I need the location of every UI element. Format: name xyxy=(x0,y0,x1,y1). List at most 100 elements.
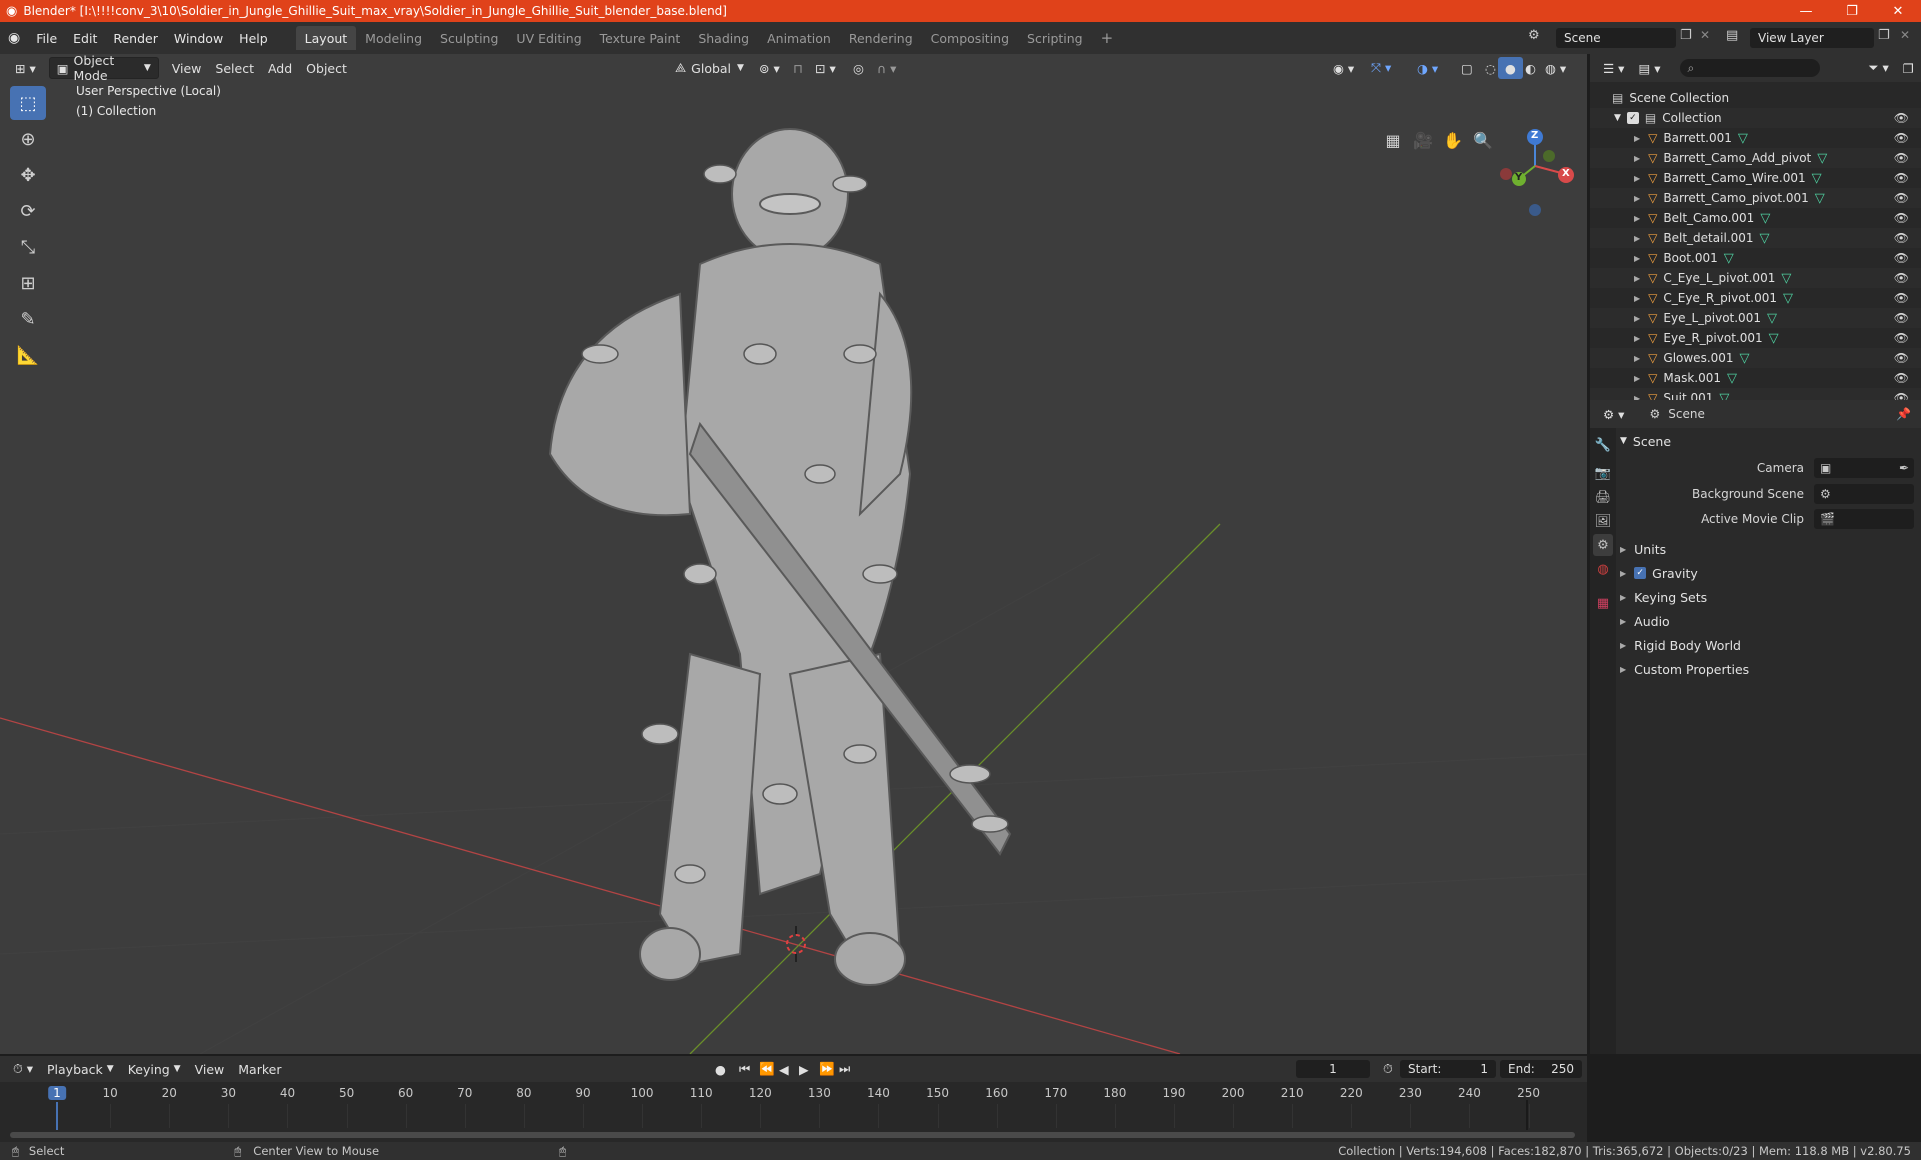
mesh-data-icon[interactable]: ▽ xyxy=(1767,311,1777,326)
select-box-icon[interactable]: ⬚ xyxy=(10,86,46,120)
cursor-icon[interactable]: ⊕ xyxy=(10,122,46,156)
eye-icon[interactable]: 👁 xyxy=(1894,131,1909,145)
start-frame-field[interactable]: Start: 1 xyxy=(1400,1060,1496,1078)
eye-icon[interactable]: 👁 xyxy=(1894,311,1909,325)
viewport-menu-select[interactable]: Select xyxy=(208,57,261,79)
expand-arrow-icon[interactable]: ▶ xyxy=(1634,314,1640,323)
expand-arrow-icon[interactable]: ▶ xyxy=(1634,354,1640,363)
outliner-item[interactable]: ▶ ▽ Belt_detail.001 ▽ 👁 xyxy=(1590,228,1921,248)
camera-field[interactable]: ▣ ✒ xyxy=(1814,458,1914,478)
jump-end-icon[interactable]: ⏭ xyxy=(832,1058,857,1080)
eye-icon[interactable]: 👁 xyxy=(1894,371,1909,385)
expand-arrow-icon[interactable]: ▶ xyxy=(1634,274,1640,283)
tab-sculpting[interactable]: Sculpting xyxy=(431,26,507,50)
menu-file[interactable]: File xyxy=(28,26,65,50)
tab-uv-editing[interactable]: UV Editing xyxy=(507,26,590,50)
subpanel-gravity[interactable]: ▶ ✓ Gravity xyxy=(1620,562,1918,584)
mesh-data-icon[interactable]: ▽ xyxy=(1817,151,1827,166)
subpanel-custom-properties[interactable]: ▶ Custom Properties xyxy=(1620,658,1918,680)
expand-arrow-icon[interactable]: ▶ xyxy=(1634,194,1640,203)
outliner-item[interactable]: ▶ ▽ Eye_L_pivot.001 ▽ 👁 xyxy=(1590,308,1921,328)
view-layer-tab-icon[interactable]: 🖼 xyxy=(1593,510,1613,532)
timeline-menu-playback[interactable]: Playback ▼ xyxy=(40,1058,121,1080)
subpanel-keying-sets[interactable]: ▶ Keying Sets xyxy=(1620,586,1918,608)
texture-tab-icon[interactable]: ▦ xyxy=(1593,592,1613,614)
scene-collection-row[interactable]: ▤ Scene Collection xyxy=(1590,88,1921,108)
scene-panel-header[interactable]: ▼ Scene xyxy=(1620,430,1918,452)
stopwatch-icon[interactable]: ⏱ xyxy=(1376,1058,1400,1080)
overlay-toggle-icon[interactable]: ◑ ▾ xyxy=(1410,57,1445,79)
menu-window[interactable]: Window xyxy=(166,26,231,50)
viewport-menu-view[interactable]: View xyxy=(165,57,209,79)
collection-row[interactable]: ▼ ✓ ▤ Collection 👁 xyxy=(1590,108,1921,128)
outliner-item[interactable]: ▶ ▽ Mask.001 ▽ 👁 xyxy=(1590,368,1921,388)
3d-viewport[interactable]: Z X Y ⊞ ▾ ▣ Object Mode ▼ View Select Ad… xyxy=(0,54,1587,1054)
rendered-shading-icon[interactable]: ◍ ▾ xyxy=(1538,57,1573,79)
pin-icon[interactable]: 📌 xyxy=(1896,407,1911,421)
expand-arrow-icon[interactable]: ▶ xyxy=(1634,134,1640,143)
new-view-layer-icon[interactable]: ❐ xyxy=(1878,28,1890,43)
eyedropper-icon[interactable]: ✒ xyxy=(1899,461,1909,475)
active-movie-clip-field[interactable]: 🎬 xyxy=(1814,509,1914,529)
falloff-icon[interactable]: ∩ ▾ xyxy=(870,57,903,79)
timeline-menu-keying[interactable]: Keying ▼ xyxy=(121,1058,188,1080)
add-workspace-icon[interactable]: + xyxy=(1092,26,1123,50)
render-tab-icon[interactable]: 📷 xyxy=(1593,462,1613,484)
view-layer-icon[interactable]: ▤ xyxy=(1726,28,1738,43)
eye-icon[interactable]: 👁 xyxy=(1894,231,1909,245)
close-button[interactable]: ✕ xyxy=(1875,0,1921,22)
expand-arrow-icon[interactable]: ▶ xyxy=(1634,174,1640,183)
eye-icon[interactable]: 👁 xyxy=(1894,151,1909,165)
end-frame-field[interactable]: End: 250 xyxy=(1500,1060,1582,1078)
gizmo-z-label[interactable]: Z xyxy=(1531,130,1538,141)
timeline-scrollbar[interactable] xyxy=(10,1132,1575,1138)
new-scene-icon[interactable]: ❐ xyxy=(1680,28,1692,43)
orientation-dropdown[interactable]: ⟁ Global ▼ xyxy=(668,57,751,79)
scene-selector-icon[interactable]: ⚙ xyxy=(1528,28,1540,43)
pan-hand-icon[interactable]: ✋ xyxy=(1440,127,1466,153)
tab-animation[interactable]: Animation xyxy=(758,26,840,50)
tool-tab-icon[interactable]: 🔧 xyxy=(1593,434,1613,456)
eye-icon[interactable]: 👁 xyxy=(1894,291,1909,305)
editor-type-icon[interactable]: ⊞ ▾ xyxy=(8,57,43,79)
eye-icon[interactable]: 👁 xyxy=(1894,331,1909,345)
mesh-data-icon[interactable]: ▽ xyxy=(1781,271,1791,286)
outliner-item[interactable]: ▶ ▽ Boot.001 ▽ 👁 xyxy=(1590,248,1921,268)
menu-render[interactable]: Render xyxy=(105,26,166,50)
expand-arrow-icon[interactable]: ▼ xyxy=(1614,113,1621,123)
mesh-data-icon[interactable]: ▽ xyxy=(1815,191,1825,206)
move-icon[interactable]: ✥ xyxy=(10,158,46,192)
visibility-icon[interactable]: ◉ ▾ xyxy=(1326,57,1361,79)
outliner-item[interactable]: ▶ ▽ Barrett_Camo_pivot.001 ▽ 👁 xyxy=(1590,188,1921,208)
expand-arrow-icon[interactable]: ▶ xyxy=(1634,374,1640,383)
gizmo-y-label[interactable]: Y xyxy=(1515,172,1522,183)
blender-menu-icon[interactable]: ◉ xyxy=(0,26,28,50)
tab-layout[interactable]: Layout xyxy=(295,26,357,50)
snap-icon[interactable]: ⊓ xyxy=(786,57,810,79)
subpanel-rigid-body-world[interactable]: ▶ Rigid Body World xyxy=(1620,634,1918,656)
subpanel-audio[interactable]: ▶ Audio xyxy=(1620,610,1918,632)
xray-icon[interactable]: ▢ xyxy=(1454,57,1480,79)
expand-arrow-icon[interactable]: ▶ xyxy=(1634,154,1640,163)
tab-rendering[interactable]: Rendering xyxy=(840,26,922,50)
subpanel-units[interactable]: ▶ Units xyxy=(1620,538,1918,560)
tab-shading[interactable]: Shading xyxy=(689,26,758,50)
display-mode-icon[interactable]: ▤ ▾ xyxy=(1631,57,1667,79)
scene-tab-icon[interactable]: ⚙ xyxy=(1593,534,1613,556)
collection-checkbox[interactable]: ✓ xyxy=(1626,112,1639,124)
outliner-item[interactable]: ▶ ▽ Barrett_Camo_Wire.001 ▽ 👁 xyxy=(1590,168,1921,188)
outliner-search-input[interactable]: ⌕ xyxy=(1679,59,1820,77)
expand-arrow-icon[interactable]: ▶ xyxy=(1634,334,1640,343)
minimize-button[interactable]: — xyxy=(1783,0,1829,22)
world-tab-icon[interactable]: ◍ xyxy=(1593,558,1613,580)
outliner-item[interactable]: ▶ ▽ Eye_R_pivot.001 ▽ 👁 xyxy=(1590,328,1921,348)
pivot-icon[interactable]: ⊚ ▾ xyxy=(752,57,787,79)
eye-icon[interactable]: 👁 xyxy=(1894,251,1909,265)
transform-icon[interactable]: ⊞ xyxy=(10,266,46,300)
new-collection-icon[interactable]: ❐ xyxy=(1896,57,1921,79)
outliner-editor-type-icon[interactable]: ☰ ▾ xyxy=(1596,57,1631,79)
delete-view-layer-icon[interactable]: ✕ xyxy=(1900,28,1910,42)
mesh-data-icon[interactable]: ▽ xyxy=(1727,371,1737,386)
mesh-data-icon[interactable]: ▽ xyxy=(1760,231,1770,246)
mode-dropdown[interactable]: ▣ Object Mode ▼ xyxy=(48,54,159,83)
